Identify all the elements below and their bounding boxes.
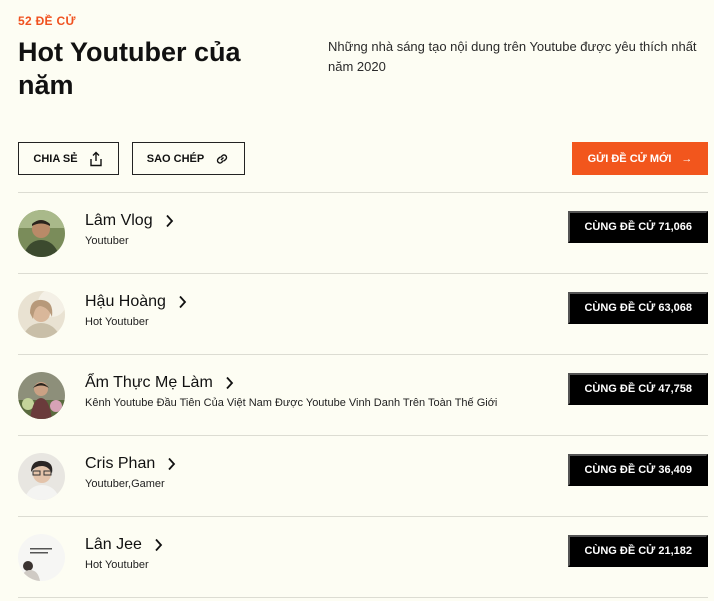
vote-button[interactable]: CÙNG ĐỀ CỬ 21,182	[568, 535, 708, 567]
chevron-right-icon	[179, 295, 187, 309]
nominee-list: Lâm Vlog Youtuber CÙNG ĐỀ CỬ 71,066 Hậu …	[18, 192, 708, 598]
nominee-name: Lâm Vlog	[85, 212, 153, 229]
link-icon	[217, 153, 228, 164]
list-divider	[18, 597, 708, 598]
nominee-row[interactable]: Lân Jee Hot Youtuber CÙNG ĐỀ CỬ 21,182	[18, 516, 708, 597]
nominee-row[interactable]: Cris Phan Youtuber,Gamer CÙNG ĐỀ CỬ 36,4…	[18, 435, 708, 516]
page-title: Hot Youtuber của năm	[18, 37, 241, 100]
nominee-name: Ẩm Thực Mẹ Làm	[85, 374, 213, 391]
nominee-name: Lân Jee	[85, 536, 142, 553]
share-button[interactable]: CHIA SẺ	[18, 142, 119, 175]
nominee-row[interactable]: Lâm Vlog Youtuber CÙNG ĐỀ CỬ 71,066	[18, 192, 708, 273]
chevron-right-icon	[165, 214, 173, 228]
nominee-row[interactable]: Ẩm Thực Mẹ Làm Kênh Youtube Đầu Tiên Của…	[18, 354, 708, 435]
nominee-subtitle: Kênh Youtube Đầu Tiên Của Việt Nam Được …	[85, 397, 498, 409]
copy-link-button[interactable]: SAO CHÉP	[132, 142, 245, 175]
nominee-subtitle: Youtuber,Gamer	[85, 478, 165, 490]
nominee-name-link[interactable]: Lâm Vlog	[85, 212, 174, 230]
nominee-subtitle: Youtuber	[85, 235, 129, 247]
nominee-name: Cris Phan	[85, 455, 156, 472]
avatar	[18, 372, 65, 419]
nomination-count: 52 ĐỀ CỬ	[18, 14, 76, 28]
nominee-name: Hậu Hoàng	[85, 293, 166, 310]
nominee-name-link[interactable]: Hậu Hoàng	[85, 293, 187, 311]
nominee-subtitle: Hot Youtuber	[85, 316, 149, 328]
vote-button[interactable]: CÙNG ĐỀ CỬ 71,066	[568, 211, 708, 243]
chevron-right-icon	[168, 457, 176, 471]
submit-new-label: GỬI ĐỀ CỬ MỚI	[587, 152, 672, 165]
chevron-right-icon	[155, 538, 163, 552]
avatar	[18, 453, 65, 500]
avatar	[18, 534, 65, 581]
copy-label: SAO CHÉP	[146, 152, 205, 165]
arrow-right-icon: →	[681, 152, 693, 165]
nominee-name-link[interactable]: Ẩm Thực Mẹ Làm	[85, 374, 234, 392]
avatar	[18, 291, 65, 338]
nominee-name-link[interactable]: Cris Phan	[85, 455, 176, 473]
vote-button[interactable]: CÙNG ĐỀ CỬ 47,758	[568, 373, 708, 405]
vote-button[interactable]: CÙNG ĐỀ CỬ 63,068	[568, 292, 708, 324]
nominee-name-link[interactable]: Lân Jee	[85, 536, 163, 554]
submit-new-nomination-button[interactable]: GỬI ĐỀ CỬ MỚI →	[572, 142, 708, 175]
share-icon	[89, 151, 102, 166]
avatar	[18, 210, 65, 257]
page-description: Những nhà sáng tạo nội dung trên Youtube…	[328, 39, 697, 74]
nominee-subtitle: Hot Youtuber	[85, 559, 149, 571]
share-label: CHIA SẺ	[33, 152, 78, 165]
nominee-row[interactable]: Hậu Hoàng Hot Youtuber CÙNG ĐỀ CỬ 63,068	[18, 273, 708, 354]
vote-button[interactable]: CÙNG ĐỀ CỬ 36,409	[568, 454, 708, 486]
chevron-right-icon	[226, 376, 233, 390]
